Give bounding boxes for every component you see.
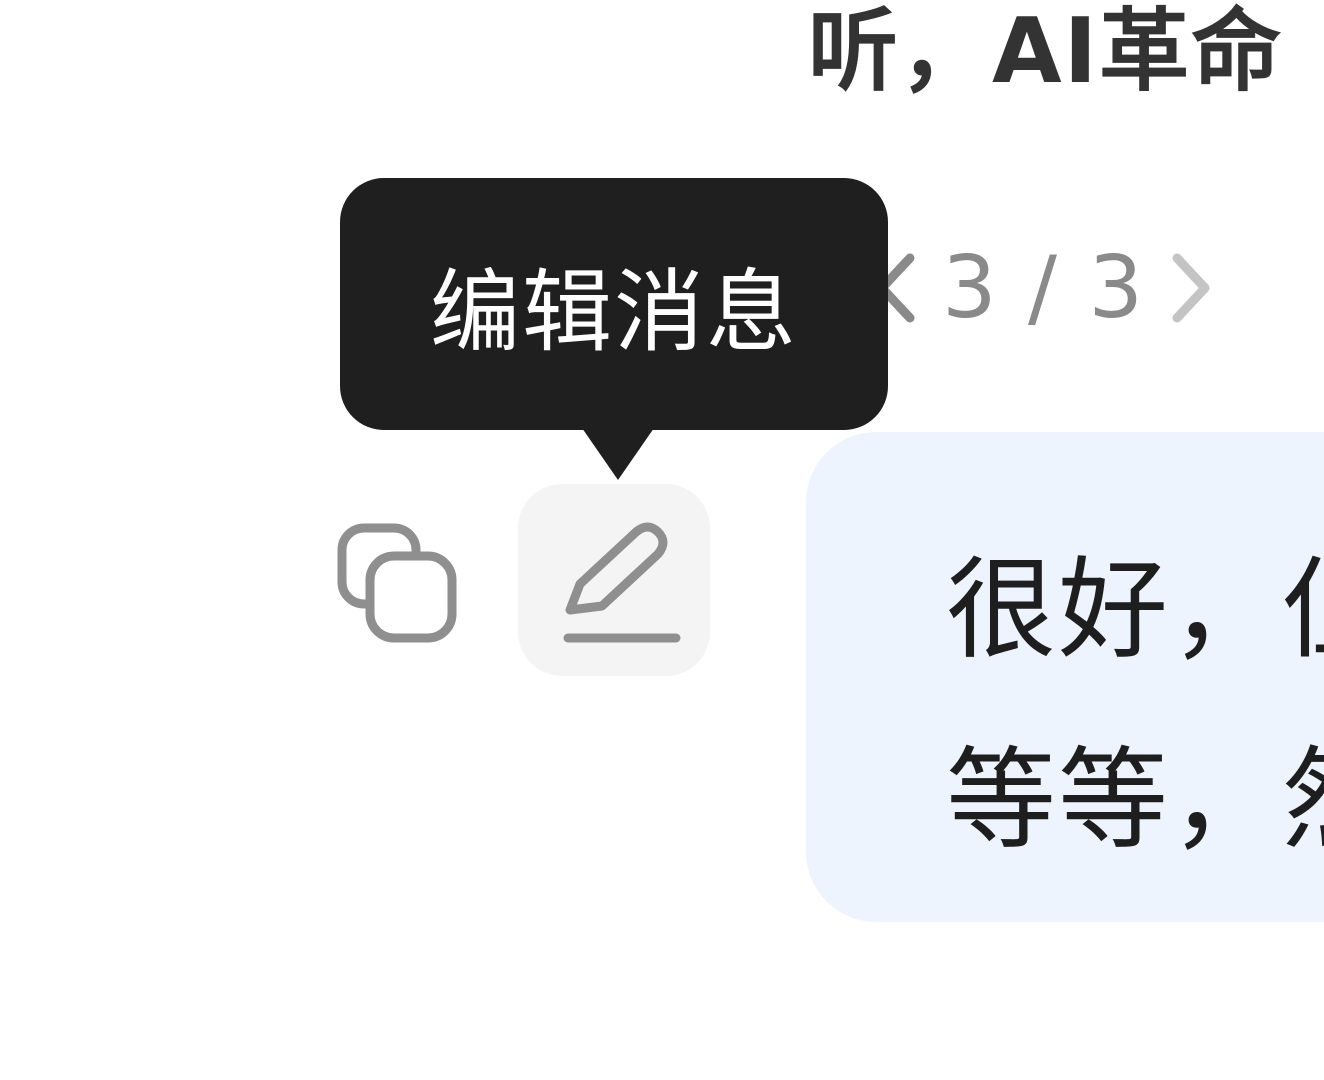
pencil-icon xyxy=(563,522,681,643)
chat-view: 听，AI革命 3 / 3 编辑消息 很好，但 等等，然 xyxy=(0,0,1324,1080)
previous-message-heading: 听，AI革命 xyxy=(808,0,1284,104)
next-version-button[interactable] xyxy=(1163,238,1219,338)
version-pager: 3 / 3 xyxy=(868,238,1219,338)
tooltip-label: 编辑消息 xyxy=(430,260,798,365)
copy-icon xyxy=(337,523,457,643)
edit-message-button[interactable] xyxy=(518,484,710,676)
tooltip-arrow xyxy=(582,428,654,480)
message-line: 等等，然 xyxy=(946,736,1324,864)
edit-tooltip: 编辑消息 xyxy=(340,178,888,430)
message-line: 很好，但 xyxy=(946,546,1324,674)
user-message-bubble: 很好，但 等等，然 xyxy=(806,432,1324,922)
copy-button[interactable] xyxy=(322,504,472,654)
chevron-right-icon xyxy=(1172,253,1210,323)
version-count: 3 / 3 xyxy=(942,238,1146,338)
